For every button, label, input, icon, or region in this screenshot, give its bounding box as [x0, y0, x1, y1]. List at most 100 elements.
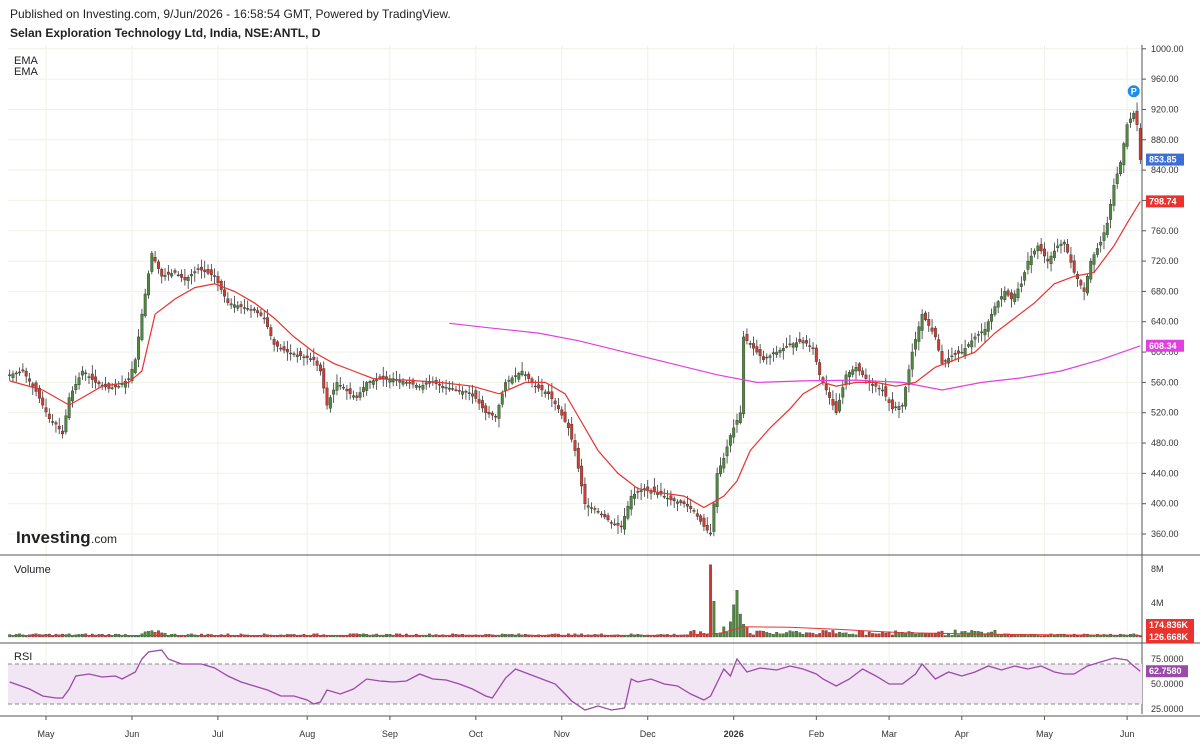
candle-body-332 [1105, 222, 1109, 235]
candle-body-289 [963, 348, 967, 356]
candle-body-140 [471, 393, 474, 397]
candles-group [8, 102, 1142, 537]
volume-bar-281 [937, 631, 941, 638]
candle-body-52 [180, 274, 184, 278]
candle-body-120 [404, 382, 408, 384]
candle-body-21 [77, 377, 81, 385]
candle-body-23 [84, 372, 88, 375]
volume-bar-248 [828, 632, 831, 638]
volume-bar-249 [831, 630, 835, 638]
volume-bar-207 [692, 630, 696, 638]
candle-body-299 [996, 301, 1000, 308]
price-tick-label-16: 1000.00 [1151, 44, 1184, 54]
candle-body-266 [887, 399, 891, 403]
candle-body-114 [385, 376, 389, 379]
candle-body-267 [890, 399, 894, 410]
volume-bar-214 [715, 634, 719, 638]
candle-body-182 [609, 522, 613, 524]
candle-body-308 [1026, 260, 1030, 270]
volume-bar-241 [805, 632, 808, 638]
candle-body-46 [160, 269, 164, 277]
volume-bar-296 [986, 632, 990, 638]
time-tick-label-11: Apr [955, 729, 969, 739]
candle-body-78 [266, 317, 269, 328]
candle-body-89 [302, 356, 306, 359]
candle-body-98 [332, 389, 336, 395]
candle-body-26 [94, 376, 98, 383]
candle-body-288 [960, 351, 964, 354]
candle-body-342 [1138, 128, 1142, 160]
candle-body-265 [884, 386, 888, 397]
volume-bar-220 [735, 590, 739, 638]
candle-body-162 [543, 391, 547, 394]
candle-body-157 [527, 373, 531, 379]
volume-bar-223 [745, 627, 749, 638]
candle-body-292 [973, 336, 977, 340]
candle-body-246 [821, 377, 825, 383]
candle-body-71 [242, 307, 246, 309]
candle-body-92 [312, 356, 316, 360]
volume-pane-label: Volume [14, 564, 51, 576]
candle-body-286 [953, 353, 957, 355]
volume-bar-264 [881, 631, 884, 638]
candle-body-213 [712, 503, 716, 532]
candle-body-315 [1049, 255, 1053, 265]
candle-body-328 [1092, 254, 1096, 265]
candle-body-231 [771, 352, 775, 355]
candle-body-333 [1109, 204, 1113, 220]
grid-lines [8, 45, 1142, 714]
candle-body-255 [851, 369, 855, 375]
volume-bar-244 [814, 634, 818, 638]
candle-body-252 [841, 387, 845, 398]
candle-body-207 [692, 510, 696, 512]
candle-body-107 [361, 387, 365, 393]
candle-body-79 [269, 327, 273, 336]
price-tick-label-9: 720.00 [1151, 256, 1179, 266]
candle-body-136 [457, 390, 461, 392]
candle-body-141 [474, 390, 478, 399]
candle-body-235 [785, 346, 789, 348]
candle-body-311 [1036, 245, 1040, 252]
candle-body-60 [206, 269, 210, 274]
candle-body-268 [894, 406, 898, 408]
candle-body-309 [1029, 255, 1033, 265]
candle-body-253 [844, 374, 848, 385]
candle-body-263 [877, 387, 881, 390]
candle-body-133 [447, 387, 451, 390]
candle-body-326 [1085, 276, 1089, 294]
candle-body-208 [695, 513, 699, 517]
candle-body-13 [51, 421, 55, 423]
candle-body-125 [421, 385, 425, 390]
candle-body-211 [705, 525, 709, 531]
candle-body-143 [480, 400, 484, 409]
candle-body-138 [464, 390, 468, 393]
candle-body-49 [170, 273, 174, 277]
chart-canvas[interactable]: EMA EMA Investing .com Volume RSI 360.00… [0, 0, 1200, 745]
candle-body-11 [44, 407, 48, 413]
price-tick-label-2: 440.00 [1151, 468, 1179, 478]
rsi-pane-label: RSI [14, 651, 32, 663]
candle-body-245 [818, 362, 822, 376]
time-tick-label-7: Dec [640, 729, 657, 739]
volume-bar-218 [728, 621, 732, 638]
candle-body-45 [156, 261, 160, 269]
ema-slow-line [449, 322, 1141, 391]
candle-body-2 [14, 372, 18, 375]
candle-body-19 [71, 390, 74, 402]
time-tick-label-13: Jun [1120, 729, 1135, 739]
candle-body-81 [275, 341, 279, 347]
candle-body-44 [153, 257, 157, 262]
candle-body-72 [246, 308, 250, 310]
candle-body-296 [986, 321, 990, 332]
price-tick-label-4: 520.00 [1151, 408, 1179, 418]
candle-body-180 [603, 514, 607, 518]
volume-bar-234 [781, 633, 785, 638]
candle-body-147 [494, 415, 498, 418]
candle-body-42 [147, 273, 150, 296]
candle-body-303 [1009, 292, 1013, 300]
candle-body-69 [236, 305, 240, 309]
volume-bar-252 [841, 632, 845, 638]
candle-body-229 [765, 356, 769, 359]
volume-bar-206 [689, 631, 693, 638]
candle-body-36 [127, 378, 131, 380]
